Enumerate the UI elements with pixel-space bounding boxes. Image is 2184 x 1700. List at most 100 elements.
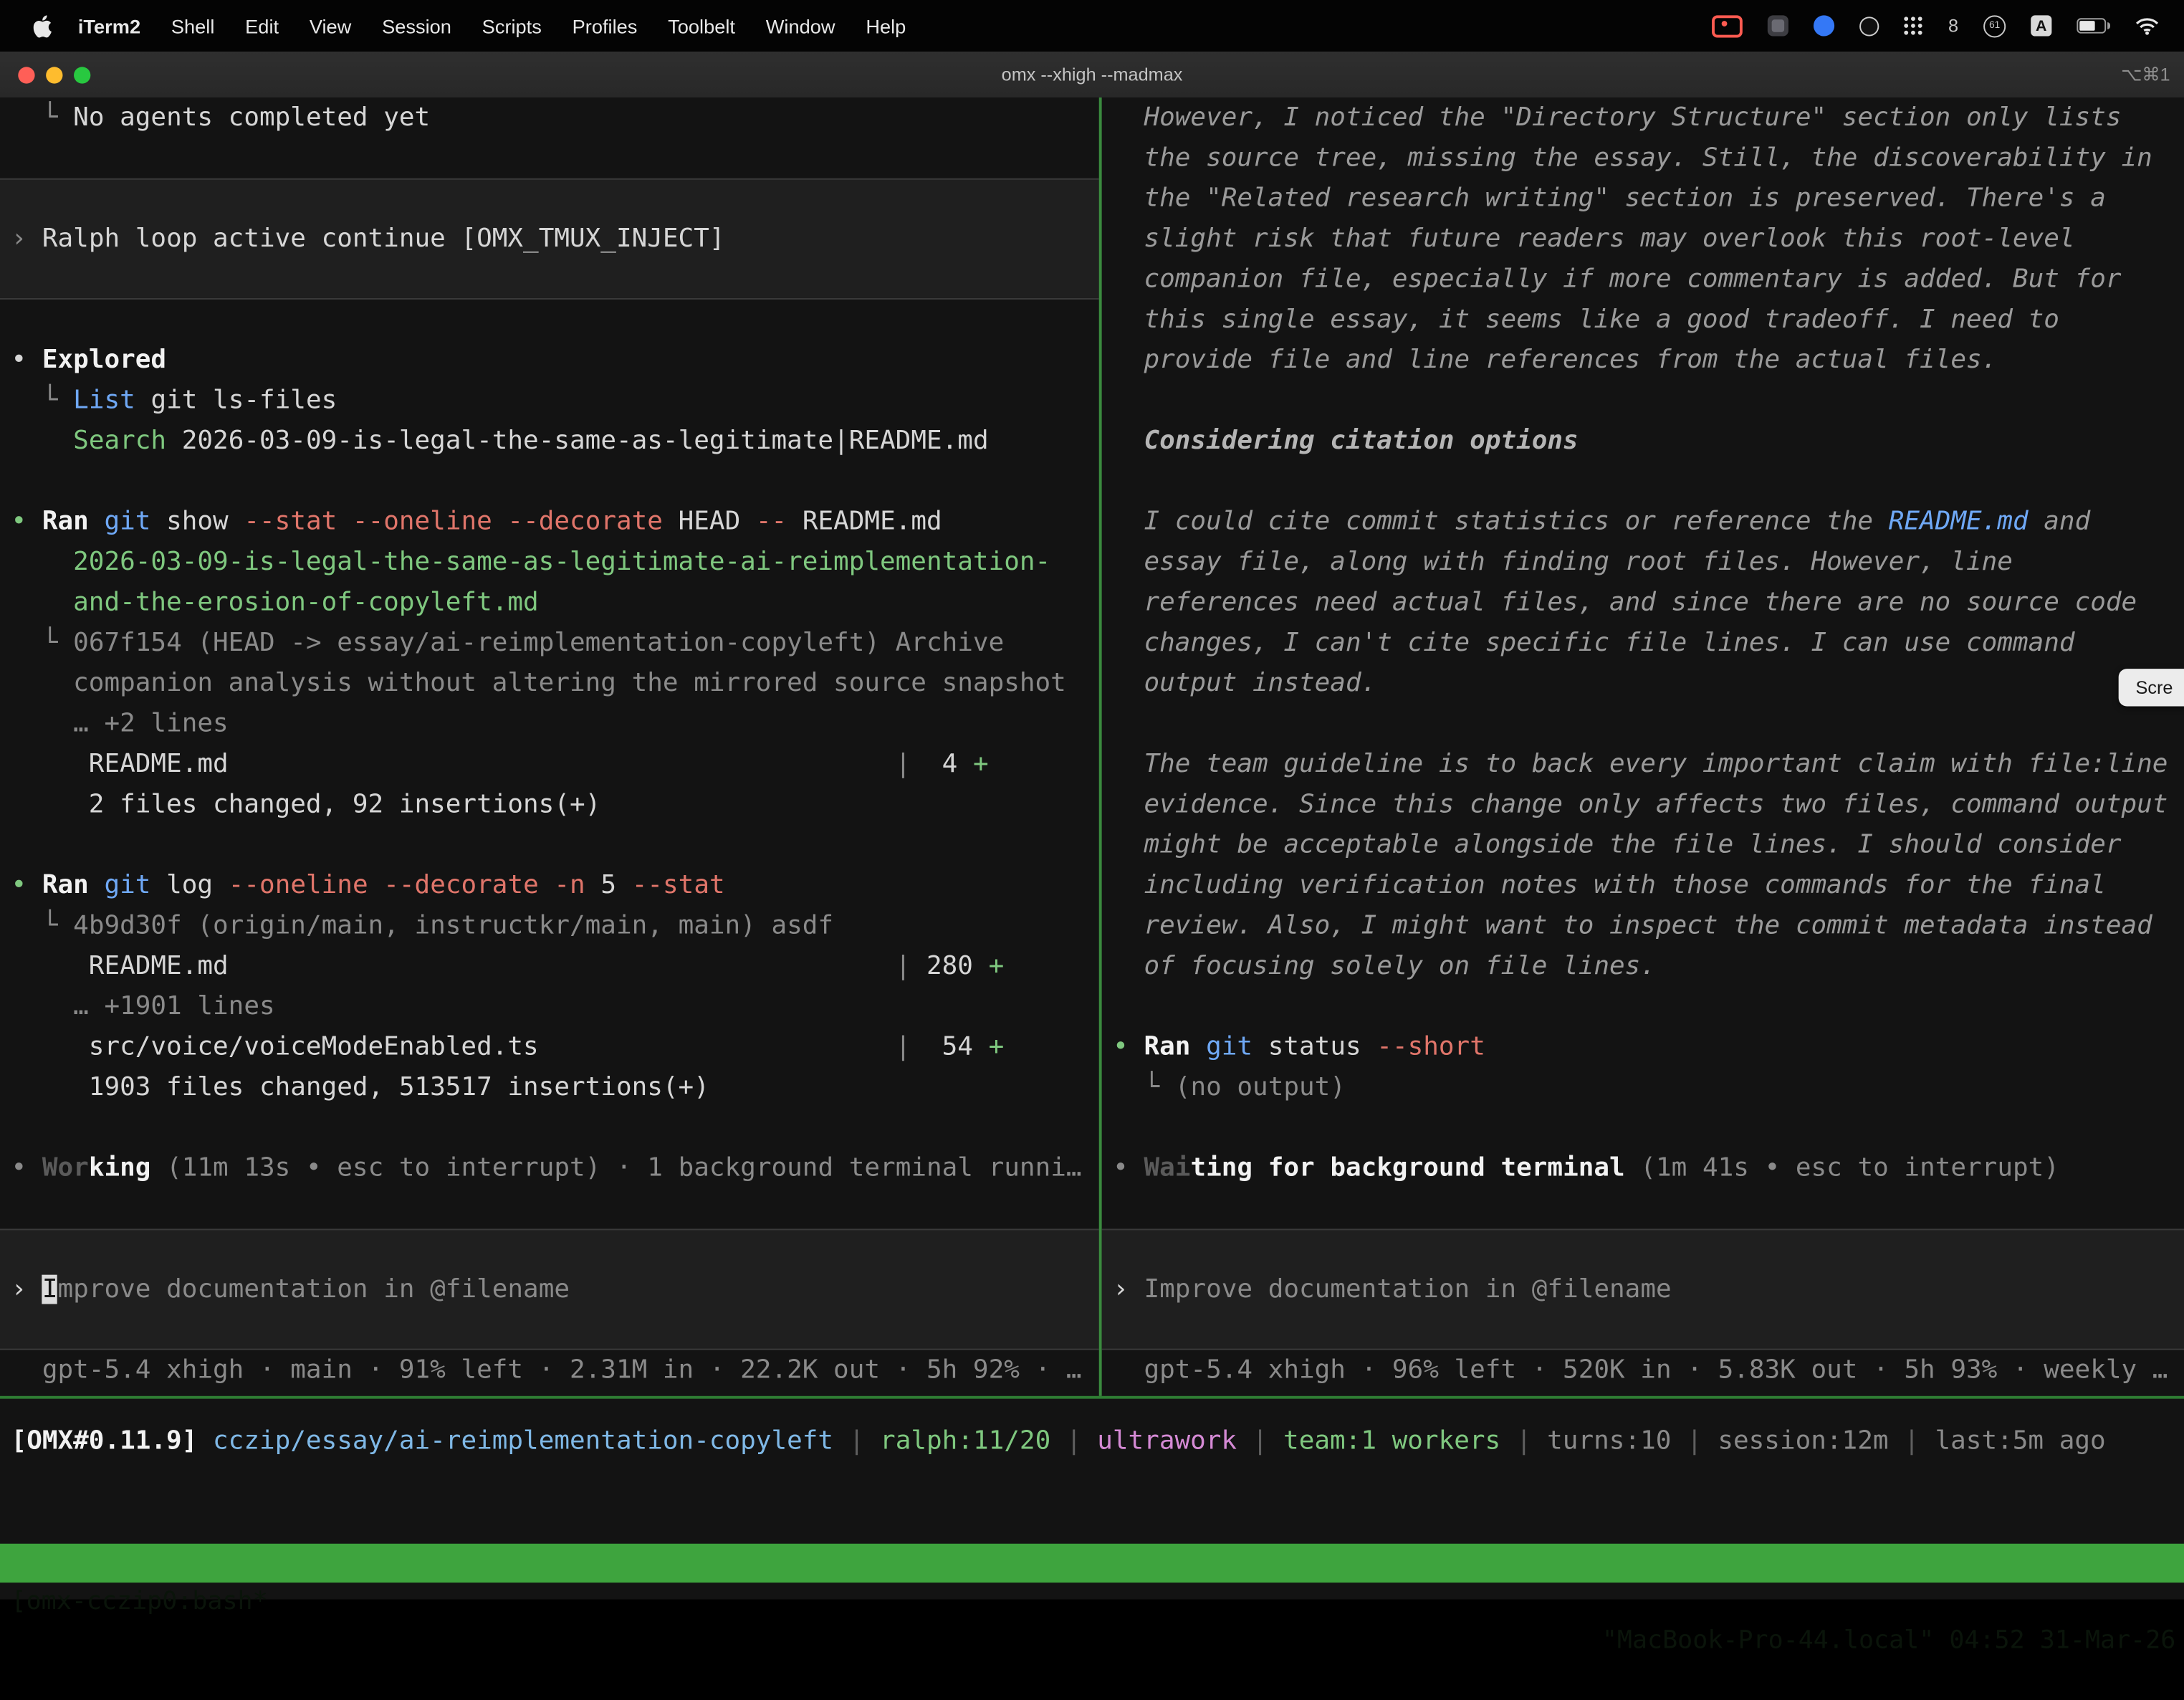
terminal-token: 280	[911, 952, 988, 981]
menu-bar-status-icons: 8 61 A	[1712, 14, 2170, 37]
terminal-token: --	[756, 507, 787, 537]
blue-app-icon[interactable]	[1814, 15, 1834, 36]
terminal-token: README.md	[11, 952, 896, 981]
model-status-line-left: gpt-5.4 xhigh · main · 91% left · 2.31M …	[11, 1350, 1099, 1390]
blank-line	[1113, 1188, 2184, 1228]
terminal-window: └ No agents completed yet› Ralph loop ac…	[0, 97, 2184, 1600]
terminal-token: --short	[1376, 1032, 1485, 1061]
blank-line	[1113, 461, 2184, 501]
round-app-icon[interactable]	[1859, 16, 1879, 35]
terminal-token: The team guideline is to back every impo…	[1113, 750, 2168, 779]
right-agent-pane[interactable]: However, I noticed the "Directory Struct…	[1102, 97, 2184, 1396]
menu-item-scripts[interactable]: Scripts	[466, 14, 557, 37]
terminal-line: provide file and line references from th…	[1113, 340, 2184, 380]
terminal-token: ›	[11, 1275, 42, 1304]
wifi-icon[interactable]	[2135, 16, 2159, 34]
window-manager-icon[interactable]	[1767, 15, 1788, 36]
terminal-line: src/voice/voiceModeEnabled.ts | 54 +	[11, 1027, 1099, 1067]
terminal-token: --stat --oneline --decorate	[244, 507, 663, 537]
terminal-line: The team guideline is to back every impo…	[1113, 744, 2184, 784]
terminal-line: … +2 lines	[11, 704, 1099, 744]
terminal-line: the "Related research writing" section i…	[1113, 178, 2184, 219]
prompt-input-right[interactable]: › Improve documentation in @filename	[1102, 1229, 2184, 1350]
terminal-line: changes, I can't cite specific file line…	[1113, 623, 2184, 663]
tmux-status-bar: [omx-cczip0:bash* "MacBook-Pro-44.local"…	[0, 1544, 2184, 1582]
terminal-token: README.md	[787, 507, 942, 537]
omx-session-status-line: [OMX#0.11.9] cczip/essay/ai-reimplementa…	[11, 1421, 2184, 1461]
terminal-token: •	[1113, 1032, 1144, 1061]
menu-bar: iTerm2ShellEditViewSessionScriptsProfile…	[0, 0, 2184, 52]
terminal-token: cczip/essay/ai-reimplementation-copyleft	[213, 1427, 833, 1456]
menu-item-view[interactable]: View	[294, 14, 366, 37]
terminal-token: session:12m	[1718, 1427, 1888, 1456]
terminal-token: src/voice/voiceModeEnabled.ts	[11, 1032, 896, 1061]
terminal-token: turns:10	[1547, 1427, 1671, 1456]
screen-recording-icon[interactable]	[1712, 14, 1743, 37]
menu-item-session[interactable]: Session	[367, 14, 467, 37]
menu-item-edit[interactable]: Edit	[230, 14, 294, 37]
blank-line	[11, 461, 1099, 501]
terminal-token: this single essay, it seems like a good …	[1113, 305, 2059, 335]
terminal-token: └	[11, 386, 74, 415]
menu-item-window[interactable]: Window	[750, 14, 851, 37]
window-title: omx --xhigh --madmax	[0, 64, 2184, 85]
menu-item-profiles[interactable]: Profiles	[557, 14, 653, 37]
terminal-line: might be acceptable alongside the file l…	[1113, 825, 2184, 865]
gauge-icon[interactable]: 61	[1983, 14, 2006, 37]
screen-edge-tooltip[interactable]: Scre	[2119, 669, 2184, 706]
terminal-token	[89, 871, 105, 900]
terminal-token: └	[1113, 1073, 1175, 1102]
prompt-input-left[interactable]: › Improve documentation in @filename	[0, 1229, 1099, 1350]
terminal-line: README.md | 280 +	[11, 946, 1099, 986]
input-source-icon[interactable]: A	[2031, 15, 2051, 36]
terminal-token: the source tree, missing the essay. Stil…	[1113, 143, 2152, 173]
terminal-token: |	[896, 952, 911, 981]
reasoning-heading: Considering citation options	[1113, 421, 2184, 461]
terminal-token: --stat	[632, 871, 725, 900]
terminal-token: However, I noticed the "Directory Struct…	[1113, 103, 2121, 133]
terminal-token: +	[989, 952, 1005, 981]
terminal-token: companion file, especially if more comme…	[1113, 264, 2121, 294]
terminal-line: I could cite commit statistics or refere…	[1113, 502, 2184, 542]
menu-item-shell[interactable]: Shell	[155, 14, 229, 37]
terminal-token: and	[2029, 507, 2091, 537]
terminal-line: • Ran git status --short	[1113, 1027, 2184, 1067]
menu-item-help[interactable]: Help	[851, 14, 921, 37]
prompt-line: › Ralph loop active continue [OMX_TMUX_I…	[11, 219, 725, 259]
terminal-line: of focusing solely on file lines.	[1113, 946, 2184, 986]
screen: iTerm2ShellEditViewSessionScriptsProfile…	[0, 0, 2184, 1600]
terminal-token: 2 files changed, 92 insertions(+)	[11, 790, 601, 819]
dots-grid-icon[interactable]	[1904, 16, 1923, 35]
window-shortcut-hint: ⌥⌘1	[2121, 63, 2170, 85]
terminal-token: Improve documentation in @filename	[1144, 1275, 1671, 1304]
terminal-line: However, I noticed the "Directory Struct…	[1113, 97, 2184, 138]
battery-icon[interactable]	[2077, 18, 2110, 33]
left-agent-pane[interactable]: └ No agents completed yet› Ralph loop ac…	[0, 97, 1099, 1396]
menu-item-iterm2[interactable]: iTerm2	[62, 14, 155, 37]
terminal-line: └ List git ls-files	[11, 381, 1099, 421]
blank-line	[1113, 1107, 2184, 1147]
terminal-token: log	[150, 871, 228, 900]
terminal-token: |	[1050, 1427, 1097, 1456]
terminal-line: README.md | 4 +	[11, 744, 1099, 784]
terminal-token: … +2 lines	[11, 709, 229, 738]
blank-line	[11, 1188, 1099, 1228]
terminal-line: output instead.	[1113, 663, 2184, 703]
terminal-token: README.md	[1889, 507, 2029, 537]
inject-banner[interactable]: › Ralph loop active continue [OMX_TMUX_I…	[0, 178, 1099, 300]
terminal-line: including verification notes with those …	[1113, 865, 2184, 905]
keyboard-layout-icon[interactable]: 8	[1948, 15, 1958, 36]
terminal-token: README.md	[11, 750, 896, 779]
menu-item-toolbelt[interactable]: Toolbelt	[653, 14, 751, 37]
terminal-token: |	[1889, 1427, 1935, 1456]
terminal-token: references need actual files, and since …	[1113, 588, 2137, 617]
terminal-token: slight risk that future readers may over…	[1113, 224, 2074, 254]
terminal-token: (11m 13s • esc to interrupt) · 1 backgro…	[150, 1154, 1081, 1183]
terminal-line: └ 067f154 (HEAD -> essay/ai-reimplementa…	[11, 623, 1099, 663]
apple-menu[interactable]	[22, 14, 62, 37]
terminal-token: last:5m ago	[1935, 1427, 2106, 1456]
menu-items: iTerm2ShellEditViewSessionScriptsProfile…	[62, 14, 921, 37]
terminal-token: ting for background terminal	[1190, 1154, 1624, 1183]
terminal-line: companion analysis without altering the …	[11, 663, 1099, 703]
terminal-line: evidence. Since this change only affects…	[1113, 784, 2184, 824]
